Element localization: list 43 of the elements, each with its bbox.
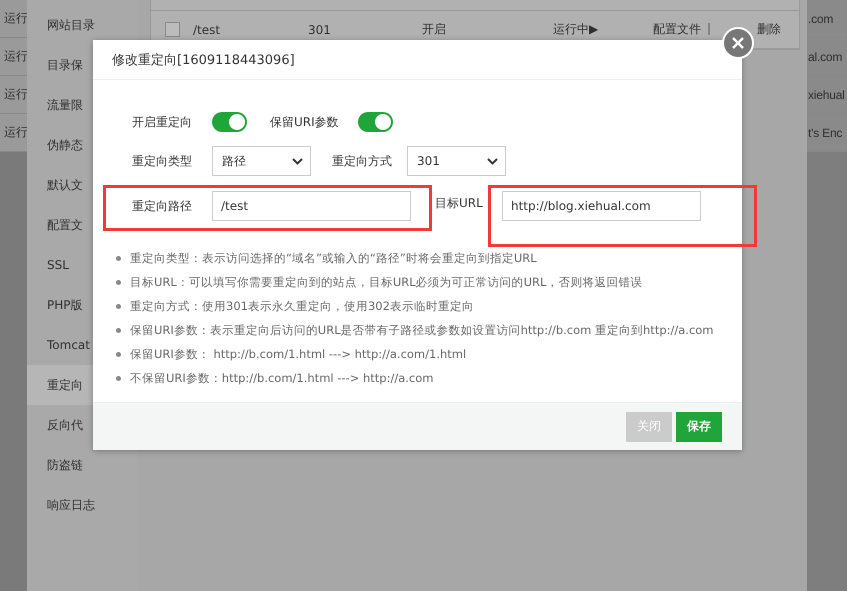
site-text: t's Enc xyxy=(808,126,842,140)
site-text: .com xyxy=(808,12,834,26)
bullet-icon xyxy=(116,352,121,356)
field-label: 重定向方式 xyxy=(332,152,393,170)
bullet-icon xyxy=(116,280,121,284)
sidebar-item[interactable]: 网站目录 xyxy=(27,5,137,45)
help-text: 重定向方式：使用301表示永久重定向，使用302表示临时重定向 xyxy=(130,298,474,314)
site-text: xiehual xyxy=(808,88,845,102)
toggle-switch[interactable] xyxy=(212,112,247,132)
help-text: 重定向类型：表示访问选择的“域名”或输入的“路径”时将会重定向到指定URL xyxy=(130,250,537,266)
chevron-down-icon xyxy=(487,158,498,164)
field-label: 重定向路径 xyxy=(132,198,193,214)
separator-text: | xyxy=(707,21,712,37)
save-button[interactable]: 保存 xyxy=(676,412,722,442)
help-text: 目标URL：可以填写你需要重定向到的站点，目标URL必须为可正常访问的URL，否则将返回错误 xyxy=(130,274,642,290)
help-text: 保留URI参数：表示重定向后访问的URL是否带有子路径或参数如设置访问http://b.com 重定向到http://a.com xyxy=(130,322,714,338)
table-cell: /test xyxy=(193,22,220,36)
action-link[interactable]: 配置文件 xyxy=(653,21,701,38)
field-label: 目标URL xyxy=(435,194,484,212)
bullet-icon xyxy=(116,328,121,332)
input-field[interactable]: http://blog.xiehual.com xyxy=(502,191,701,221)
bullet-icon xyxy=(116,376,121,380)
select-field[interactable]: 301 xyxy=(407,146,506,176)
dialog-title: 修改重定向[1609118443096] xyxy=(112,52,295,68)
bullet-icon xyxy=(116,304,121,308)
table-cell[interactable]: 运行中▶ xyxy=(553,22,598,36)
action-link[interactable]: 删除 xyxy=(757,21,782,38)
table-cell[interactable]: 开启 xyxy=(422,22,446,36)
row-checkbox[interactable] xyxy=(164,22,180,37)
help-text: 保留URI参数： http://b.com/1.html ---> http://a.com/1.html xyxy=(130,346,466,362)
toggle-switch[interactable] xyxy=(358,112,393,132)
close-icon xyxy=(732,37,744,49)
bullet-icon xyxy=(116,256,121,260)
table-cell: 301 xyxy=(308,22,331,36)
field-label: 保留URI参数 xyxy=(270,114,340,130)
input-field[interactable]: /test xyxy=(212,191,411,221)
field-label: 开启重定向 xyxy=(132,114,193,130)
sidebar-item[interactable]: 防盗链 xyxy=(27,445,137,485)
chevron-down-icon xyxy=(292,158,303,164)
sidebar-item[interactable]: 响应日志 xyxy=(27,485,137,525)
site-text: al.com xyxy=(808,50,842,64)
select-field[interactable]: 路径 xyxy=(212,146,311,176)
field-label: 重定向类型 xyxy=(132,152,193,170)
